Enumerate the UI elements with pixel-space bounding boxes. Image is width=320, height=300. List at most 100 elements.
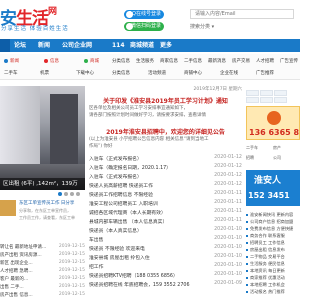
nav-item-114[interactable]: 114 <box>112 39 125 52</box>
news-row[interactable]: 快递员（本人真实信息） 2020-01-10 <box>89 227 242 235</box>
subnav-link[interactable]: 分类信息 <box>112 58 130 64</box>
subnav-link[interactable]: 企业在线 <box>220 70 238 76</box>
qq-login-button[interactable]: QQ在线号登录 <box>124 10 164 19</box>
news-row[interactable]: 快递员招聘在线 年底招聘会，159 3552 2706 2020-01-09 <box>89 281 242 289</box>
subnav-link[interactable]: 商家信息 <box>160 58 178 64</box>
category-label[interactable]: 公司 <box>273 155 281 161</box>
list-item[interactable]: 人才招聘 急聘... 2019-12-15 <box>0 268 85 276</box>
list-item[interactable]: 房产出售 信息... 2019-12-15 <box>0 292 85 300</box>
list-item[interactable]: 出售 二手... 2019-12-15 <box>0 284 85 292</box>
left-feature: 东区工单宣传员工作 日分享 分享和，在东区工单宣传员， 工作员工作，请查看，东区… <box>0 200 85 236</box>
subnav-head-news[interactable]: 新闻 <box>10 58 19 64</box>
carousel-dot[interactable] <box>76 192 80 196</box>
list-item[interactable]: 房产出租 资讯房源... 2019-12-15 <box>0 252 85 260</box>
subnav-link[interactable]: 广告宣传 <box>280 58 298 64</box>
qq-login-label: QQ在线号登录 <box>128 11 161 17</box>
news-title: 入驻车（确定报名日期，2020.1.17） <box>89 166 171 171</box>
category-grid <box>246 90 300 104</box>
subnav-link[interactable]: 二手车 <box>4 70 18 76</box>
photo-caption[interactable]: 区出租 (6平) ,142m²，139万 <box>0 178 85 190</box>
sidebar-link-label: 二手物品 交易平台 <box>250 254 285 259</box>
category-cell[interactable] <box>246 90 259 96</box>
search-input[interactable] <box>195 10 295 18</box>
subnav-link[interactable]: 生活服务 <box>136 58 154 64</box>
news-row[interactable]: 快递员招聘KTV招聘（188 0355 6856） 2020-01-10 <box>89 272 242 280</box>
bullet-icon <box>246 228 248 230</box>
phone-icon <box>267 111 281 125</box>
news-date: 2020-01-10 <box>214 263 242 268</box>
subnav-link[interactable]: 分类信息 <box>112 70 130 76</box>
category-cell[interactable] <box>274 90 287 96</box>
headline-secondary[interactable]: 2019年淮安县招聘中，欢迎您的详细见公告 <box>89 127 242 136</box>
list-item-title: 出售 二手... <box>0 285 24 290</box>
category-cell[interactable] <box>274 97 287 103</box>
category-cell[interactable] <box>246 97 259 103</box>
list-item[interactable]: 转让名 最新地址申请... 2019-12-15 <box>0 244 85 252</box>
list-item[interactable]: 新区 出现企业... 2019-12-15 <box>0 260 85 268</box>
subnav-head-info[interactable]: 信息 <box>50 58 59 64</box>
news-title: 淮安工程公司招聘员工 入职培训 <box>89 202 158 207</box>
news-row[interactable]: 入驻车（正式发布报名） 2020-01-12 <box>89 173 242 181</box>
subnav-link[interactable]: 房产交易 <box>232 58 250 64</box>
nav-item-forum[interactable]: 论坛 <box>14 39 26 52</box>
subnav-link[interactable]: 商铺中心 <box>184 70 202 76</box>
feature-desc: 工作员工作，请查看，东区工单 <box>19 215 75 220</box>
news-row[interactable]: 淮安县城 房屋出租 拎包入住 2020-01-10 <box>89 254 242 262</box>
sidebar-link[interactable]: 活动报名 热门推荐 <box>246 289 300 297</box>
subnav-link[interactable]: 活动频道 <box>148 70 166 76</box>
feature-title[interactable]: 东区工单宣传员工作 日分享 <box>19 200 85 206</box>
news-row[interactable]: 淮安工程公司招聘员工 入职培训 2020-01-11 <box>89 200 242 208</box>
news-row[interactable]: 快递员工作招聘信息 不限经验 2020-01-11 <box>89 191 242 199</box>
category-label[interactable]: 房产 <box>273 145 281 151</box>
news-title: 淮安县城 房屋出租 拎包入住 <box>89 256 150 261</box>
category-cell[interactable] <box>260 90 273 96</box>
photo-door <box>50 94 78 164</box>
carousel-dot[interactable] <box>58 192 62 196</box>
news-row[interactable]: 县城内部车辆出售 （本人信息真实） 2020-01-11 <box>89 218 242 226</box>
news-row[interactable]: 快递员 不限经验 欢迎来电 2020-01-10 <box>89 245 242 253</box>
nav-item-news[interactable]: 新闻 <box>38 39 50 52</box>
news-row[interactable]: 诚招各区域代理商（本人长期有效） 2020-01-11 <box>89 209 242 217</box>
ad-phone-number: 136 6365 8 <box>249 128 300 137</box>
subnav-head-mall[interactable]: 商城 <box>90 58 99 64</box>
site-header: 安生活网 分享生活 体验百姓生活 QQ在线号登录 微信扫码登录 搜索分类 ▾ <box>0 0 300 38</box>
huaian-ad-banner[interactable]: 淮安人 152 3451 <box>246 170 300 206</box>
subnav-link[interactable]: 人才招聘 <box>256 58 274 64</box>
subnav-link[interactable]: 机票 <box>40 70 49 76</box>
carousel-dot[interactable] <box>70 192 74 196</box>
carousel-dot[interactable] <box>64 192 68 196</box>
nav-item-company[interactable]: 公司企业网 <box>62 39 92 52</box>
feature-thumbnail[interactable] <box>0 200 16 216</box>
news-row[interactable]: 入驻车（正式发布报名） 2020-01-12 <box>89 155 242 163</box>
news-row[interactable]: 车出售 2020-01-10 <box>89 236 242 244</box>
category-label[interactable]: 招聘 <box>246 155 254 161</box>
home-icon[interactable] <box>0 39 10 52</box>
nav-item-mall[interactable]: 商城频道 <box>130 39 154 52</box>
news-title: 快递人员高薪招聘 快递员工作 <box>89 184 153 189</box>
news-date: 2020-01-12 <box>214 164 242 169</box>
weixin-login-label: 微信扫码登录 <box>130 23 161 29</box>
list-item[interactable]: 客户 最新的... 2019-12-15 <box>0 276 85 284</box>
category-cell[interactable] <box>260 97 273 103</box>
news-row[interactable]: 入驻车（确定报名日期，2020.1.17） 2020-01-12 <box>89 164 242 172</box>
list-item-date: 2019-12-15 <box>58 276 85 281</box>
headline-primary[interactable]: 关于印发《淮安县2019年员工学习计划》通知 <box>89 96 242 105</box>
list-item-date: 2019-12-15 <box>58 268 85 273</box>
news-title: 车出售 <box>89 238 104 243</box>
subnav-link[interactable]: 广告推荐 <box>256 70 274 76</box>
subnav-link[interactable]: 最新消息 <box>208 58 226 64</box>
phone-ad-banner[interactable]: 136 6365 8 <box>246 106 300 140</box>
news-title: 快递员招聘在线 年底招聘会，159 3552 2706 <box>89 283 190 288</box>
nav-item-more[interactable]: 更多 <box>160 39 172 52</box>
news-date: 2020-01-11 <box>214 191 242 196</box>
weixin-login-button[interactable]: 微信扫码登录 <box>124 22 164 31</box>
search-type-select[interactable]: 搜索分类 ▾ <box>190 22 294 32</box>
subnav-link[interactable]: 下载中心 <box>76 70 94 76</box>
subnav-link[interactable]: 二手信息 <box>184 58 202 64</box>
list-item-date: 2019-12-15 <box>58 252 85 257</box>
featured-photo[interactable] <box>0 86 85 190</box>
category-label[interactable]: 二手车 <box>246 145 258 151</box>
news-row[interactable]: 招工作 2020-01-10 <box>89 263 242 271</box>
news-row[interactable]: 快递人员高薪招聘 快递员工作 2020-01-12 <box>89 182 242 190</box>
bullet-icon <box>246 277 248 279</box>
